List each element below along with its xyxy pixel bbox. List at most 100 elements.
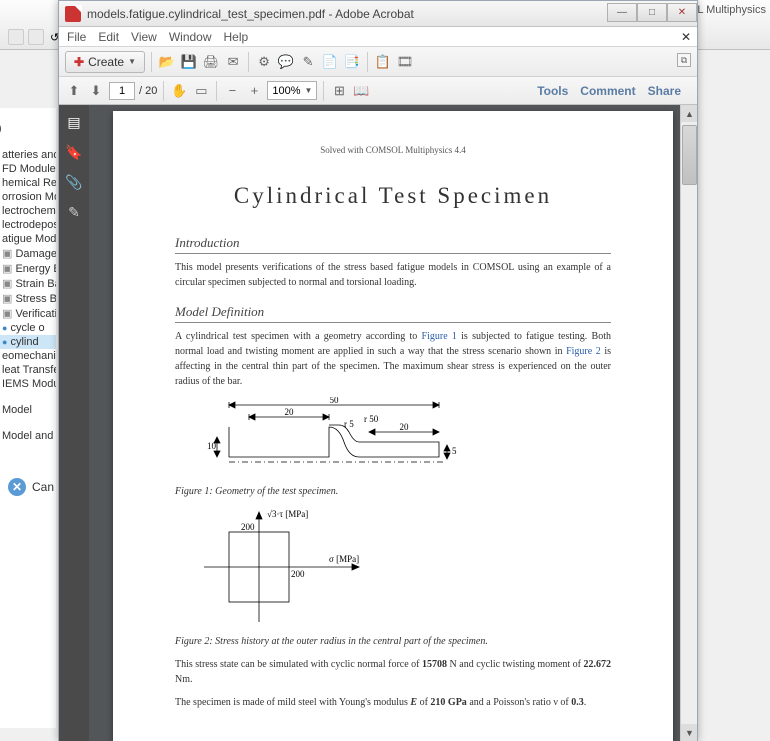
zoom-out-icon[interactable]: − bbox=[223, 82, 241, 100]
svg-text:√3·τ [MPa]: √3·τ [MPa] bbox=[267, 509, 308, 519]
bg-app-name: OL Multiphysics bbox=[689, 4, 766, 16]
attachments-icon[interactable]: 📎 bbox=[65, 173, 83, 191]
save-icon[interactable]: 💾 bbox=[180, 53, 198, 71]
pdf-page: Solved with COMSOL Multiphysics 4.4 Cyli… bbox=[113, 111, 673, 741]
page-viewport[interactable]: Solved with COMSOL Multiphysics 4.4 Cyli… bbox=[89, 105, 697, 741]
cancel-button[interactable]: ✕ Can bbox=[8, 478, 54, 496]
hand-tool-icon[interactable]: ✋ bbox=[170, 82, 188, 100]
menu-file[interactable]: File bbox=[67, 30, 86, 44]
tree-item[interactable]: Strain Bas bbox=[0, 276, 56, 291]
close-button[interactable]: ✕ bbox=[667, 3, 697, 22]
main-toolbar: ✚ Create ▼ 📂 💾 🖨 ✉ ⚙ 💬 ✎ 📄 📑 📋 🎞 ⧉ bbox=[59, 47, 697, 77]
tree-item[interactable]: atteries and bbox=[0, 148, 56, 162]
material-paragraph: The specimen is made of mild steel with … bbox=[175, 695, 611, 710]
acrobat-window: models.fatigue.cylindrical_test_specimen… bbox=[58, 0, 698, 741]
restore-icon[interactable]: ⧉ bbox=[677, 53, 691, 67]
email-icon[interactable]: ✉ bbox=[224, 53, 242, 71]
vertical-scrollbar[interactable]: ▲ ▼ bbox=[680, 105, 697, 741]
print-icon[interactable]: 🖨 bbox=[202, 53, 220, 71]
tree-item[interactable]: Verificatio bbox=[0, 306, 56, 321]
figure2-diagram: √3·τ [MPa] σ [MPa] 200 200 bbox=[199, 507, 611, 630]
fit-icon[interactable]: ⊞ bbox=[330, 82, 348, 100]
tree-item[interactable]: lectrochemi bbox=[0, 204, 56, 218]
figure1-link[interactable]: Figure 1 bbox=[422, 331, 457, 342]
section-model: Model Definition bbox=[175, 304, 611, 323]
cancel-label: Can bbox=[32, 480, 54, 494]
zoom-in-icon[interactable]: + bbox=[245, 82, 263, 100]
tree-item[interactable]: Damage bbox=[0, 246, 56, 261]
doc2-icon[interactable]: 📑 bbox=[343, 53, 361, 71]
menu-bar: File Edit View Window Help ✕ bbox=[59, 27, 697, 47]
tree-item[interactable]: Stress Bas bbox=[0, 291, 56, 306]
tree-item[interactable]: IEMS Modul bbox=[0, 377, 56, 391]
share-link[interactable]: Share bbox=[648, 84, 681, 98]
read-icon[interactable]: 📖 bbox=[352, 82, 370, 100]
scroll-up-icon[interactable]: ▲ bbox=[681, 105, 697, 122]
open-icon[interactable]: 📂 bbox=[158, 53, 176, 71]
window-title: models.fatigue.cylindrical_test_specimen… bbox=[87, 7, 414, 21]
menu-edit[interactable]: Edit bbox=[98, 30, 119, 44]
svg-text:50: 50 bbox=[330, 397, 340, 405]
close-icon: ✕ bbox=[8, 478, 26, 496]
document-close-button[interactable]: ✕ bbox=[681, 30, 691, 44]
svg-text:σ [MPa]: σ [MPa] bbox=[329, 554, 359, 564]
section-intro: Introduction bbox=[175, 235, 611, 254]
tools-link[interactable]: Tools bbox=[537, 84, 568, 98]
select-tool-icon[interactable]: ▭ bbox=[192, 82, 210, 100]
menu-view[interactable]: View bbox=[131, 30, 157, 44]
form-icon[interactable]: 📋 bbox=[374, 53, 392, 71]
doc-icon[interactable]: 📄 bbox=[321, 53, 339, 71]
svg-text:10: 10 bbox=[207, 441, 217, 451]
window-titlebar[interactable]: models.fatigue.cylindrical_test_specimen… bbox=[59, 1, 697, 27]
svg-text:200: 200 bbox=[241, 522, 255, 532]
tree-item[interactable]: orrosion Mo bbox=[0, 190, 56, 204]
page-number-input[interactable] bbox=[109, 82, 135, 100]
tree-item[interactable]: eomechanic bbox=[0, 349, 56, 363]
multimedia-icon[interactable]: 🎞 bbox=[396, 53, 414, 71]
tree-item[interactable]: Model bbox=[0, 403, 56, 417]
minimize-button[interactable]: — bbox=[607, 3, 637, 22]
model-tree-panel: el Lib atteries and FD Module hemical Re… bbox=[0, 108, 56, 728]
svg-text:200: 200 bbox=[291, 569, 305, 579]
svg-text:20: 20 bbox=[285, 407, 295, 417]
create-button[interactable]: ✚ Create ▼ bbox=[65, 51, 145, 73]
scroll-thumb[interactable] bbox=[682, 125, 697, 185]
page-total: / 20 bbox=[139, 85, 157, 97]
sign-icon[interactable]: ✎ bbox=[299, 53, 317, 71]
nav-toolbar: ⬆ ⬇ / 20 ✋ ▭ − + 100%▼ ⊞ 📖 Tools Comment… bbox=[59, 77, 697, 105]
create-label: Create bbox=[88, 55, 124, 69]
figure2-link[interactable]: Figure 2 bbox=[566, 346, 601, 357]
scroll-down-icon[interactable]: ▼ bbox=[681, 724, 697, 741]
svg-text:r 5: r 5 bbox=[344, 419, 354, 429]
bookmarks-icon[interactable]: 🔖 bbox=[65, 143, 83, 161]
tree-item[interactable]: lectrodepos bbox=[0, 218, 56, 232]
figure2-caption: Figure 2: Stress history at the outer ra… bbox=[175, 634, 611, 649]
comment-icon[interactable]: 💬 bbox=[277, 53, 295, 71]
figure1-caption: Figure 1: Geometry of the test specimen. bbox=[175, 484, 611, 499]
thumbnails-icon[interactable]: ▤ bbox=[65, 113, 83, 131]
tree-item[interactable]: FD Module bbox=[0, 162, 56, 176]
gear-icon[interactable]: ⚙ bbox=[255, 53, 273, 71]
tree-item-selected[interactable]: cylind bbox=[0, 335, 56, 349]
svg-text:r 50: r 50 bbox=[364, 414, 379, 424]
side-nav-strip: ▤ 🔖 📎 ✎ bbox=[59, 105, 89, 741]
figure1-diagram: 50 20 r 5 r 50 20 10 5 bbox=[199, 397, 611, 480]
tree-item[interactable]: atigue Modu bbox=[0, 232, 56, 246]
svg-text:5: 5 bbox=[452, 446, 457, 456]
page-down-icon[interactable]: ⬇ bbox=[87, 82, 105, 100]
menu-help[interactable]: Help bbox=[224, 30, 249, 44]
page-up-icon[interactable]: ⬆ bbox=[65, 82, 83, 100]
maximize-button[interactable]: □ bbox=[637, 3, 667, 22]
zoom-select[interactable]: 100%▼ bbox=[267, 81, 317, 100]
comment-link[interactable]: Comment bbox=[580, 84, 635, 98]
menu-window[interactable]: Window bbox=[169, 30, 212, 44]
tree-item[interactable]: cycle o bbox=[0, 321, 56, 335]
tree-item[interactable]: leat Transfer bbox=[0, 363, 56, 377]
zoom-value: 100% bbox=[272, 85, 300, 97]
tree-item[interactable]: hemical Rea bbox=[0, 176, 56, 190]
signatures-icon[interactable]: ✎ bbox=[65, 203, 83, 221]
tree-item[interactable]: Energy Ba bbox=[0, 261, 56, 276]
doc-title: Cylindrical Test Specimen bbox=[175, 183, 611, 209]
tree-item[interactable]: Model and bbox=[0, 429, 56, 443]
svg-text:20: 20 bbox=[400, 422, 410, 432]
